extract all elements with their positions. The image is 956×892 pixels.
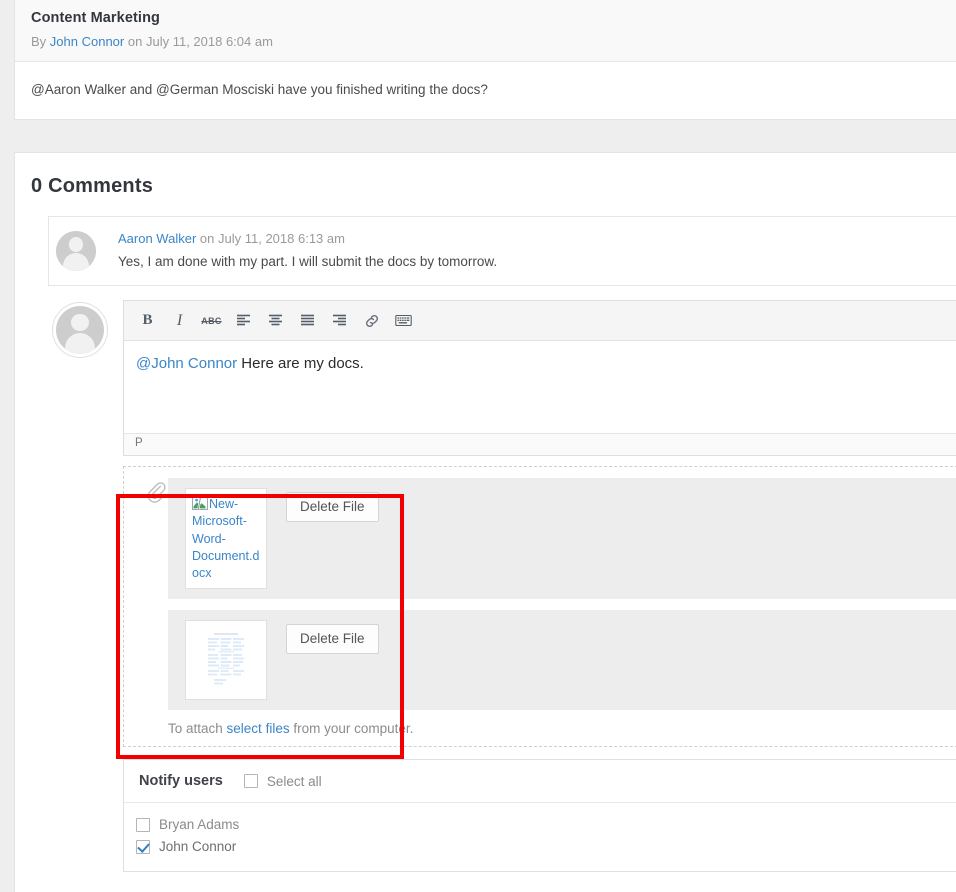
notify-user-checkbox[interactable]: [136, 817, 150, 832]
select-all-row[interactable]: Select all: [243, 773, 322, 789]
comment-item: Aaron Walker on July 11, 2018 6:13 am Ye…: [48, 216, 956, 286]
list-item[interactable]: Bryan Adams: [136, 817, 956, 832]
paperclip-icon: [146, 481, 166, 503]
composer-avatar-wrap: [15, 300, 123, 358]
comment-content: Aaron Walker on July 11, 2018 6:13 am Ye…: [118, 229, 497, 269]
attachment-item: Delete File: [168, 610, 956, 711]
page-title: Content Marketing: [31, 10, 160, 26]
post-header: Content Marketing By John Connor on July…: [15, 0, 956, 62]
comment-meta-middle: on: [199, 231, 215, 246]
select-files-link[interactable]: select files: [227, 721, 290, 736]
editor-text: Here are my docs.: [237, 355, 364, 372]
rich-text-editor: B I ABC @John Connor Here are my docs. P: [123, 300, 956, 456]
comment-meta: Aaron Walker on July 11, 2018 6:13 am: [118, 231, 497, 246]
delete-file-button[interactable]: Delete File: [286, 624, 379, 655]
delete-file-button[interactable]: Delete File: [286, 492, 379, 522]
strikethrough-icon[interactable]: ABC: [197, 307, 226, 335]
post-meta: By John Connor on July 11, 2018 6:04 am: [31, 34, 956, 49]
attachment-item: New-Microsoft-Word-Document.docx Delete …: [168, 478, 956, 600]
attachment-hint-after: from your computer.: [289, 721, 414, 737]
keyboard-shortcuts-icon[interactable]: [389, 307, 418, 335]
post-body: @Aaron Walker and @German Mosciski have …: [31, 82, 488, 97]
comments-card: 0 Comments Aaron Walker on July 11, 2018…: [14, 152, 956, 892]
user-avatar-icon: [56, 306, 104, 354]
align-justify-icon[interactable]: [293, 307, 322, 335]
card-gap: [0, 138, 956, 152]
notify-users-title: Notify users: [139, 773, 223, 790]
list-item[interactable]: John Connor: [136, 839, 956, 854]
editor-toolbar: B I ABC: [124, 301, 956, 341]
attachment-thumbnail[interactable]: [185, 620, 267, 701]
attachment-thumbnail[interactable]: New-Microsoft-Word-Document.docx: [185, 488, 267, 590]
comments-heading: 0 Comments: [31, 175, 154, 197]
attachment-dropzone[interactable]: New-Microsoft-Word-Document.docx Delete …: [123, 466, 956, 748]
notify-user-label: Bryan Adams: [159, 817, 240, 833]
broken-image-icon: [192, 495, 208, 511]
composer-main: B I ABC @John Connor Here are my docs. P…: [123, 300, 956, 873]
attachment-hint: To attach select files from your compute…: [168, 721, 956, 738]
comment-body: Yes, I am done with my part. I will subm…: [118, 254, 498, 269]
comment-composer: B I ABC @John Connor Here are my docs. P…: [15, 300, 956, 873]
comment-editor-input[interactable]: @John Connor Here are my docs.: [124, 341, 956, 433]
bold-icon[interactable]: B: [133, 307, 162, 335]
post-meta-middle: on: [127, 34, 143, 49]
user-avatar-icon: [56, 231, 96, 271]
italic-icon[interactable]: I: [165, 307, 194, 335]
select-all-checkbox[interactable]: [243, 774, 258, 789]
comment-date: July 11, 2018 6:13 am: [218, 231, 345, 246]
notify-users-panel: Notify users Select all Bryan Adams John…: [123, 759, 956, 873]
notify-user-checkbox[interactable]: [136, 839, 150, 854]
link-icon[interactable]: [357, 307, 386, 335]
align-center-icon[interactable]: [261, 307, 290, 335]
editor-path-status: P: [124, 433, 956, 455]
post-date: July 11, 2018 6:04 am: [145, 34, 273, 49]
mention-token: @John Connor: [136, 355, 238, 372]
comment-author-link[interactable]: Aaron Walker: [118, 231, 196, 246]
avatar: [52, 302, 108, 358]
post-meta-prefix: By: [31, 34, 47, 49]
notify-user-label: John Connor: [159, 839, 237, 855]
notify-users-header: Notify users Select all: [124, 760, 956, 804]
post-card: Content Marketing By John Connor on July…: [14, 0, 956, 120]
select-all-label: Select all: [266, 773, 322, 789]
attachment-hint-before: To attach: [168, 721, 227, 737]
align-left-icon[interactable]: [229, 307, 258, 335]
avatar: [56, 231, 96, 271]
align-right-icon[interactable]: [325, 307, 354, 335]
post-author-link[interactable]: John Connor: [50, 34, 124, 49]
document-preview-icon: [204, 629, 248, 692]
notify-users-list: Bryan Adams John Connor: [124, 803, 956, 871]
